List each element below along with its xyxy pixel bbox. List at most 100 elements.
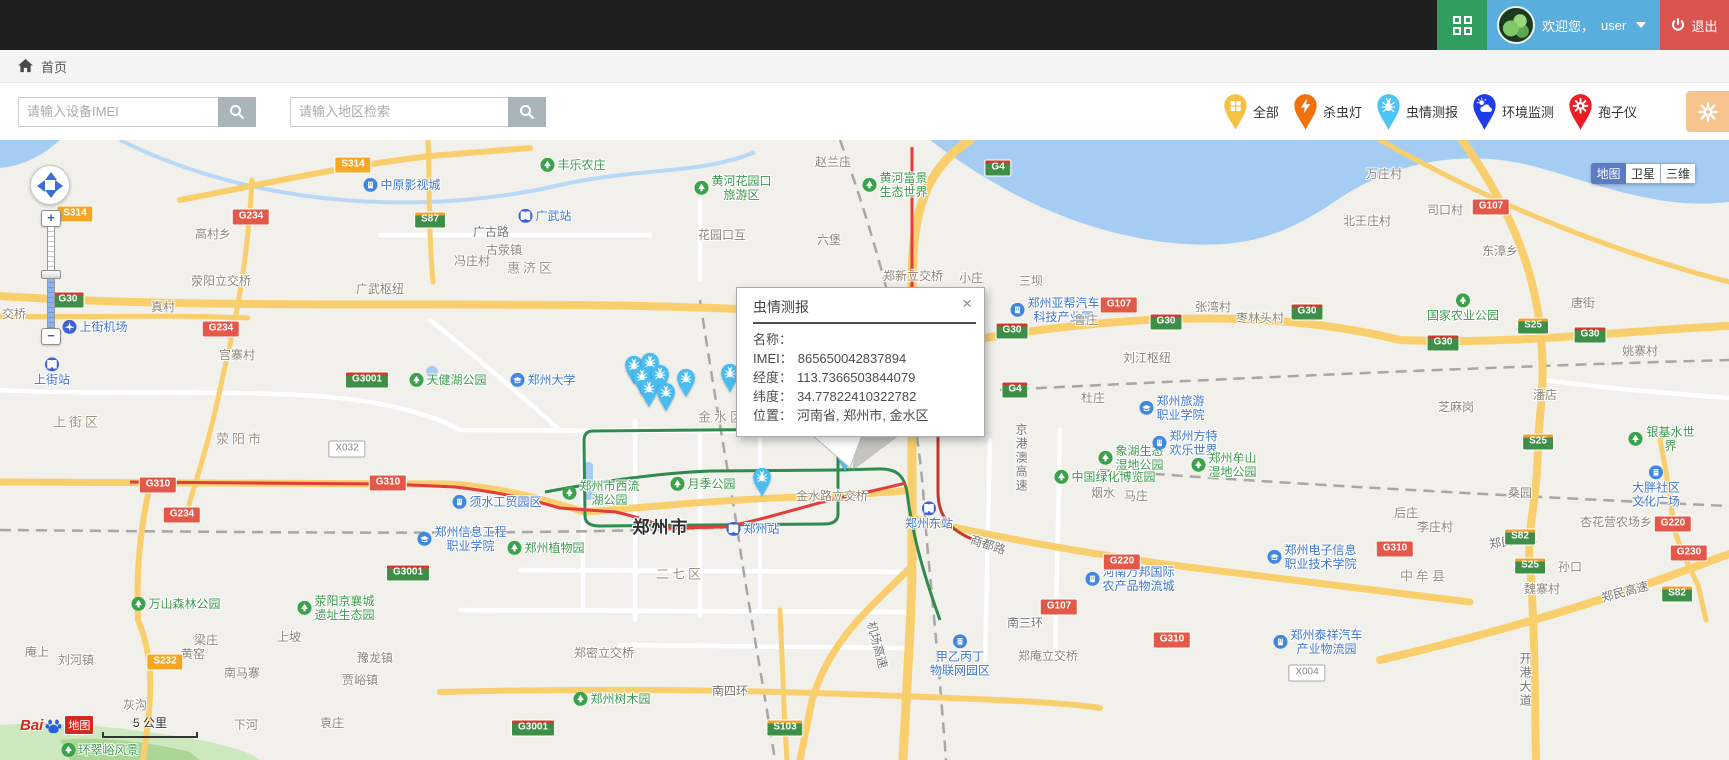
- park-icon: [694, 181, 708, 195]
- popup-separator: [753, 322, 976, 324]
- logout-button[interactable]: 退出: [1660, 0, 1729, 50]
- device-pin-bug[interactable]: [675, 368, 697, 403]
- home-icon: [18, 59, 33, 73]
- map-label: 杜庄: [1081, 391, 1105, 405]
- map-label: M郑州东站: [905, 501, 953, 530]
- device-pin-bug[interactable]: [751, 467, 773, 502]
- map-label: 东漳乡: [1482, 244, 1518, 258]
- map-label: 银基水世界: [1629, 425, 1696, 453]
- map-label: 李庄村: [1417, 520, 1453, 534]
- map-label: 司口村: [1427, 203, 1463, 217]
- pan-right-icon[interactable]: [55, 180, 63, 192]
- map-label: 杏花营农场乡: [1580, 515, 1652, 529]
- biz-icon: [1152, 436, 1166, 450]
- filter-grid[interactable]: 全部: [1222, 93, 1279, 131]
- popup-rows: 名称：IMEI：865650042837894经度：113.7366503844…: [753, 330, 970, 425]
- device-info-popup: 虫情测报 × 名称：IMEI：865650042837894经度：113.736…: [736, 287, 985, 437]
- zoom-control: + −: [41, 210, 61, 345]
- road-badge: G107: [1040, 599, 1078, 616]
- map-type-3d[interactable]: 三维: [1661, 163, 1696, 184]
- biz-icon: [363, 178, 377, 192]
- road-badge: S25: [1514, 558, 1546, 575]
- popup-title: 虫情测报: [753, 297, 809, 317]
- search-icon: [229, 104, 245, 120]
- logout-label: 退出: [1691, 16, 1717, 35]
- breadcrumb-home[interactable]: 首页: [41, 57, 67, 76]
- map-viewport[interactable]: 丰乐农庄赵兰庄黄河花园口 旅游区黄河富景 生态世界中原影视城M广武站高村乡广古路…: [0, 140, 1729, 760]
- map-label: 冯庄村: [454, 254, 490, 268]
- map-label: 贾峪镇: [342, 673, 378, 687]
- map-type-satellite[interactable]: 卫星: [1626, 163, 1661, 184]
- username: user: [1601, 18, 1626, 33]
- map-label: M广武站: [518, 209, 571, 223]
- close-icon[interactable]: ×: [962, 297, 972, 311]
- map-label: 宫寨村: [219, 348, 255, 362]
- map-label: 开港大道: [1518, 652, 1532, 708]
- map-label: 烟水: [1091, 486, 1115, 500]
- zoom-track-upper[interactable]: [47, 227, 55, 271]
- map-label: M郑州站: [726, 522, 779, 536]
- region-search-button[interactable]: [508, 97, 546, 127]
- map-label: 姚寨村: [1622, 344, 1658, 358]
- popup-row: IMEI：865650042837894: [753, 349, 970, 368]
- biz-icon: [1085, 572, 1099, 586]
- filter-gear[interactable]: 孢子仪: [1567, 93, 1637, 131]
- baidu-logo-text: Bai: [20, 717, 43, 734]
- metro-icon: M: [518, 209, 532, 223]
- search-icon: [519, 104, 535, 120]
- school-icon: [510, 373, 524, 387]
- pan-up-icon[interactable]: [45, 172, 57, 180]
- map-label: 古荥镇: [486, 243, 522, 257]
- road-badge: S314: [56, 206, 93, 223]
- pan-left-icon[interactable]: [37, 180, 45, 192]
- park-icon: [297, 601, 311, 615]
- device-filters: 全部杀虫灯虫情测报环境监测孢子仪: [1209, 83, 1637, 140]
- biz-icon: [1273, 635, 1287, 649]
- map-label: 郑州泰祥汽车 产业物流园: [1273, 628, 1362, 656]
- road-badge: G30: [1427, 335, 1460, 352]
- device-pin-bug[interactable]: [655, 382, 677, 417]
- map-label: 芝麻岗: [1438, 400, 1474, 414]
- map-label: 南四环: [712, 684, 748, 698]
- park-icon: [61, 743, 75, 757]
- road-badge: G220: [1654, 516, 1692, 533]
- filter-bug[interactable]: 虫情测报: [1375, 93, 1458, 131]
- map-label: 天健湖公园: [409, 373, 486, 387]
- filter-bolt[interactable]: 杀虫灯: [1292, 93, 1362, 131]
- map-label: M上街站: [34, 357, 70, 386]
- zoom-track-lower[interactable]: [47, 278, 55, 328]
- map-label: 豫龙镇: [357, 651, 393, 665]
- park-icon: [507, 541, 521, 555]
- filter-weather[interactable]: 环境监测: [1471, 93, 1554, 131]
- map-type-map[interactable]: 地图: [1591, 163, 1626, 184]
- map-label: 鲁庄: [1074, 313, 1098, 327]
- settings-button[interactable]: [1686, 91, 1729, 132]
- imei-search-button[interactable]: [218, 97, 256, 127]
- map-label: 三坝: [1019, 274, 1043, 288]
- search-toolbar: 全部杀虫灯虫情测报环境监测孢子仪: [0, 83, 1729, 140]
- biz-icon: [452, 495, 466, 509]
- pan-compass[interactable]: [30, 165, 70, 205]
- road-badge: G234: [202, 321, 240, 338]
- road-badge: G310: [139, 477, 177, 494]
- map-label: 上街区: [53, 414, 101, 429]
- map-label: 郑州市西流 湖公园: [562, 479, 639, 507]
- imei-search-input[interactable]: [18, 97, 218, 127]
- user-menu[interactable]: 欢迎您， user: [1487, 0, 1660, 50]
- map-label: 南马寨: [224, 666, 260, 680]
- zoom-out-button[interactable]: −: [41, 328, 61, 345]
- zoom-slider-handle[interactable]: [41, 270, 61, 279]
- zoom-in-button[interactable]: +: [41, 210, 61, 227]
- filter-label: 全部: [1253, 102, 1279, 121]
- baidu-logo-suffix: 地图: [64, 715, 94, 735]
- road-badge: S25: [1517, 318, 1549, 335]
- map-label: 潘店: [1533, 388, 1557, 402]
- park-icon: [540, 158, 554, 172]
- apps-menu-button[interactable]: [1437, 0, 1487, 50]
- map-label: 郑密立交桥: [574, 646, 634, 660]
- region-search-input[interactable]: [290, 97, 508, 127]
- park-icon: [862, 178, 876, 192]
- map-label: 月季公园: [670, 477, 735, 491]
- svg-text:M: M: [729, 525, 738, 535]
- grid-icon: [1453, 16, 1472, 35]
